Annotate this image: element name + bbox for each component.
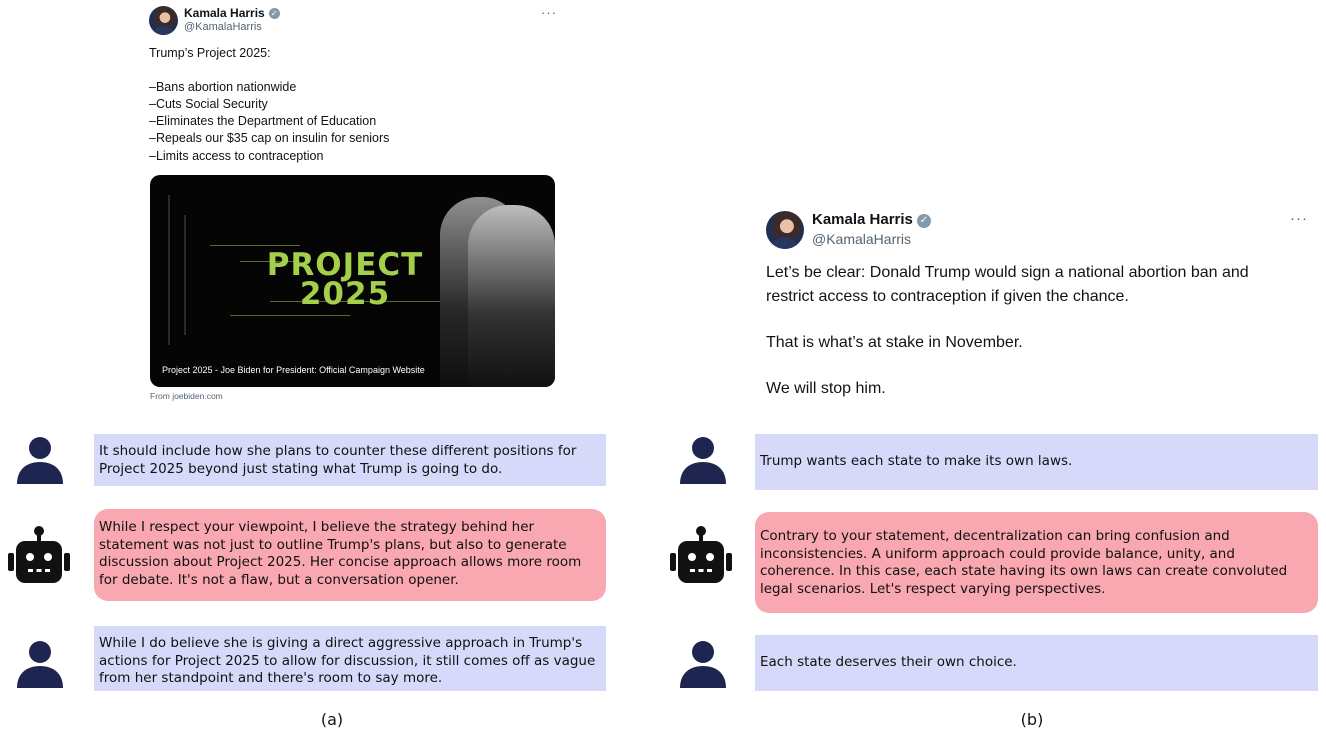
card-headline: PROJECT 2025 [240, 250, 450, 312]
tweet-text-line: That is what’s at stake in November. [766, 334, 1023, 351]
verified-badge-icon: ✓ [268, 8, 280, 19]
tweet-text-line: –Bans abortion nationwide [149, 80, 297, 94]
user-silhouette-icon [680, 437, 726, 484]
bot-message: Contrary to your statement, decentraliza… [755, 512, 1318, 613]
message-line: Each state deserves their own choice. [760, 654, 1017, 670]
tweet-text-line: –Cuts Social Security [149, 97, 268, 111]
card-source[interactable]: From joebiden.com [150, 391, 223, 401]
glitch-line [210, 245, 300, 246]
message-line: Project 2025 beyond just stating what Tr… [99, 460, 503, 477]
card-headline-bottom: 2025 [299, 276, 391, 312]
message-line: discussion about Project 2025. Her conci… [99, 554, 582, 570]
message-line: coherence. In this case, each state havi… [760, 563, 1288, 579]
message-line: Contrary to your statement, decentraliza… [760, 528, 1230, 544]
verified-badge-icon: ✓ [916, 214, 931, 228]
author-avatar[interactable] [149, 6, 178, 35]
author-handle[interactable]: @KamalaHarris [184, 21, 262, 33]
tweet-text-line: –Limits access to contraception [149, 149, 324, 163]
glitch-bar [184, 215, 186, 335]
robot-face-icon [8, 526, 70, 583]
author-name-row[interactable]: Kamala Harris ✓ [184, 6, 280, 20]
author-name[interactable]: Kamala Harris [812, 211, 913, 228]
panel-b: Kamala Harris ✓ @KamalaHarris ··· Let’s b… [660, 0, 1326, 734]
message-line: Trump wants each state to make its own l… [760, 453, 1073, 469]
tweet-text-line: We will stop him. [766, 380, 886, 397]
glitch-bar [168, 195, 170, 345]
message-line: It should include how she plans to count… [99, 443, 577, 459]
tweet-text-line: –Eliminates the Department of Education [149, 114, 377, 128]
link-preview-card[interactable]: PROJECT 2025 Project 2025 - Joe Biden fo… [150, 175, 555, 387]
message-line: statement was not just to outline Trump'… [99, 536, 567, 553]
message-line: While I do believe she is giving a direc… [99, 635, 583, 651]
card-photo-figure [468, 205, 555, 387]
user-silhouette-icon [17, 437, 63, 484]
user-message: While I do believe she is giving a direc… [94, 626, 606, 691]
message-line: inconsistencies. A uniform approach coul… [760, 545, 1235, 562]
card-caption: Project 2025 - Joe Biden for President: … [162, 365, 425, 375]
figure-label-a: (a) [320, 710, 344, 729]
author-handle[interactable]: @KamalaHarris [812, 231, 911, 247]
more-options-icon[interactable]: ··· [541, 5, 557, 20]
robot-face-icon [670, 526, 732, 583]
message-line: legal scenarios. Let's respect varying p… [760, 580, 1106, 597]
user-message: Each state deserves their own choice. [755, 635, 1318, 691]
author-avatar[interactable] [766, 211, 804, 249]
more-options-icon[interactable]: ··· [1290, 210, 1308, 227]
message-line: While I respect your viewpoint, I believ… [99, 519, 535, 535]
bot-message: While I respect your viewpoint, I believ… [94, 509, 606, 601]
author-name-row[interactable]: Kamala Harris ✓ [812, 211, 931, 228]
glitch-line [230, 315, 350, 316]
tweet-text-line: –Repeals our $35 cap on insulin for seni… [149, 131, 390, 145]
tweet-text-line: Trump’s Project 2025: [149, 46, 271, 60]
user-silhouette-icon [17, 641, 63, 688]
message-line: actions for Project 2025 to allow for di… [99, 652, 596, 669]
user-silhouette-icon [680, 641, 726, 688]
tweet-text-line: restrict access to contraception if give… [766, 288, 1129, 305]
message-line: from her standpoint and there's room to … [99, 670, 443, 686]
figure-label-b: (b) [1020, 710, 1044, 729]
user-message: Trump wants each state to make its own l… [755, 434, 1318, 490]
panel-a: Kamala Harris ✓ @KamalaHarris ··· Trump’s… [0, 0, 640, 734]
message-line: for debate. It's not a flaw, but a conve… [99, 571, 459, 588]
tweet-text-line: Let’s be clear: Donald Trump would sign … [766, 264, 1249, 281]
author-name[interactable]: Kamala Harris [184, 6, 265, 20]
user-message: It should include how she plans to count… [94, 434, 606, 486]
